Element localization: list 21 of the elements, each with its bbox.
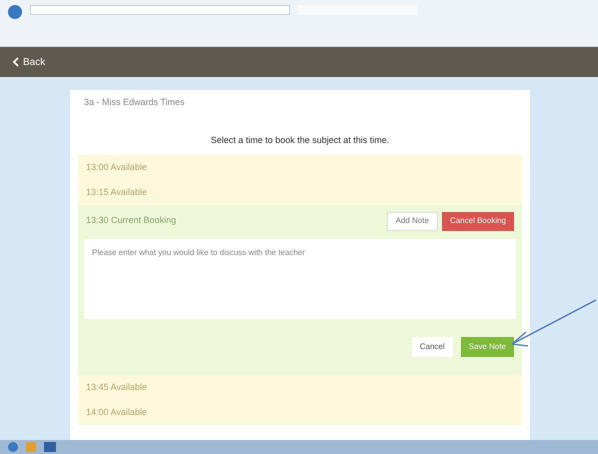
time-slot[interactable]: 13:00 Available <box>78 155 522 180</box>
cancel-button[interactable]: Cancel <box>412 337 453 357</box>
subject-title: 3a - Miss Edwards Times <box>84 96 186 109</box>
instruction-text: Select a time to book the subject at this time. <box>210 134 390 147</box>
time-slot[interactable]: 13:45 Available <box>78 375 522 400</box>
taskbar-app-icon[interactable] <box>44 442 56 452</box>
address-bar[interactable] <box>30 5 290 15</box>
add-note-button[interactable]: Add Note <box>386 212 438 230</box>
time-slot[interactable]: 13:15 Available <box>78 180 522 205</box>
time-slot[interactable]: 14:00 Available <box>78 400 522 425</box>
back-button[interactable]: Back <box>12 54 46 70</box>
slot-label: 14:00 Available <box>86 406 147 419</box>
chevron-left-icon <box>12 57 19 67</box>
taskbar-app-icon[interactable] <box>26 442 36 452</box>
slot-label: 13:00 Available <box>86 160 147 174</box>
save-note-button[interactable]: Save Note <box>460 337 514 357</box>
slot-label: 13:45 Available <box>86 380 147 394</box>
note-field[interactable]: Please enter what you would like to discuss with the teacher <box>84 239 516 319</box>
slot-label: 13:30 Current Booking <box>86 214 176 228</box>
slot-label: 13:15 Available <box>86 186 147 199</box>
cancel-booking-button[interactable]: Cancel Booking <box>442 212 514 230</box>
